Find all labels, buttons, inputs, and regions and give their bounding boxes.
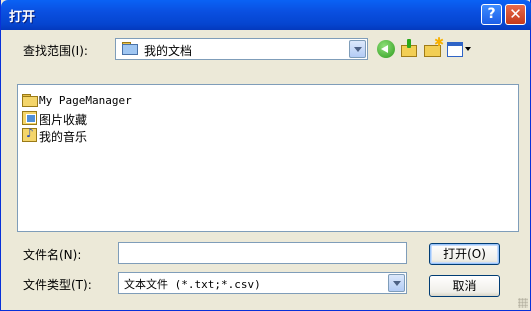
open-dialog: 打开 ? ✕ 查找范围(I): 我的文档 My PageManager 图片收藏… [0, 0, 531, 311]
title-bar[interactable]: 打开 ? ✕ [1, 0, 531, 30]
lookin-label: 查找范围(I): [23, 44, 88, 58]
view-menu-icon[interactable] [447, 39, 473, 59]
file-name: 图片收藏 [39, 113, 88, 127]
file-name: 我的音乐 [39, 130, 88, 144]
close-button[interactable]: ✕ [505, 4, 526, 25]
music-folder-icon [22, 126, 37, 142]
lookin-dropdown-arrow[interactable] [349, 40, 366, 58]
open-button[interactable]: 打开(O) [429, 243, 500, 265]
filetype-dropdown-arrow[interactable] [388, 274, 405, 292]
up-folder-icon[interactable] [400, 39, 420, 59]
my-documents-icon [122, 42, 138, 55]
resize-grip[interactable] [518, 298, 528, 308]
new-folder-icon[interactable] [424, 35, 444, 59]
lookin-dropdown[interactable]: 我的文档 [115, 38, 368, 60]
help-button[interactable]: ? [481, 4, 502, 25]
filetype-label: 文件类型(T): [23, 278, 92, 292]
cancel-button[interactable]: 取消 [429, 275, 500, 297]
filetype-value: 文本文件 (*.txt;*.csv) [124, 278, 261, 291]
back-icon[interactable] [377, 40, 395, 58]
lookin-value: 我的文档 [144, 44, 193, 58]
file-name: My PageManager [39, 94, 132, 107]
filename-label: 文件名(N): [23, 248, 82, 262]
pictures-folder-icon [22, 111, 37, 125]
folder-icon [22, 94, 38, 107]
file-list[interactable]: My PageManager 图片收藏 我的音乐 [17, 84, 519, 232]
filename-input[interactable] [118, 242, 407, 264]
window-title: 打开 [9, 10, 36, 25]
filetype-select[interactable]: 文本文件 (*.txt;*.csv) [118, 272, 407, 294]
